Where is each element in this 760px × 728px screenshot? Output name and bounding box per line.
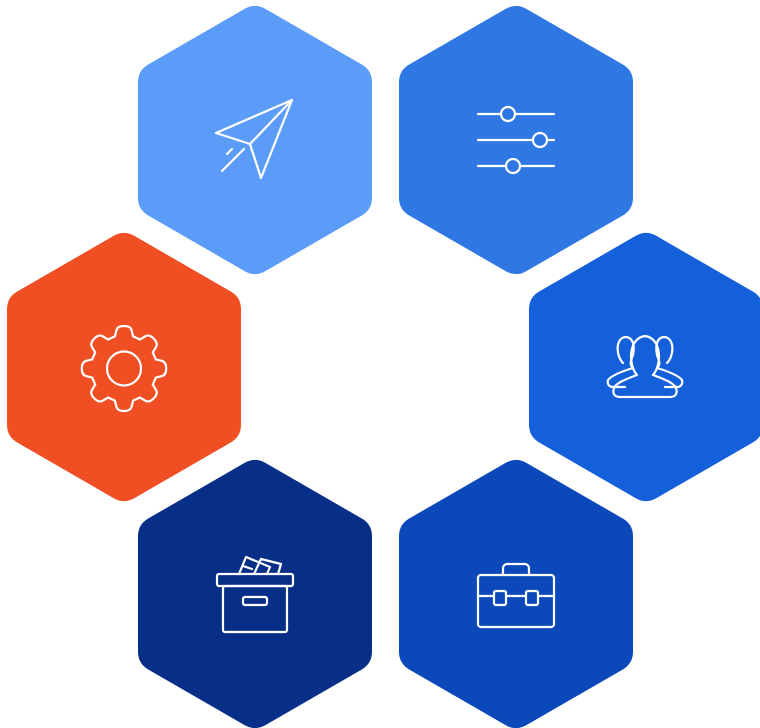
hex-tile-send[interactable]	[138, 5, 372, 275]
hexagon-shape	[399, 459, 633, 728]
hex-tile-archive[interactable]	[138, 459, 372, 728]
hex-tile-adjust[interactable]	[399, 5, 633, 275]
hex-tile-settings[interactable]	[7, 232, 241, 502]
hexagon-shape	[529, 232, 760, 502]
hexagon-shape	[7, 232, 241, 502]
hexagon-shape	[138, 459, 372, 728]
hex-tile-work[interactable]	[399, 459, 633, 728]
hex-tile-team[interactable]	[529, 232, 760, 502]
hexagon-icon-cluster	[0, 0, 760, 728]
hexagon-diagram	[7, 5, 760, 728]
